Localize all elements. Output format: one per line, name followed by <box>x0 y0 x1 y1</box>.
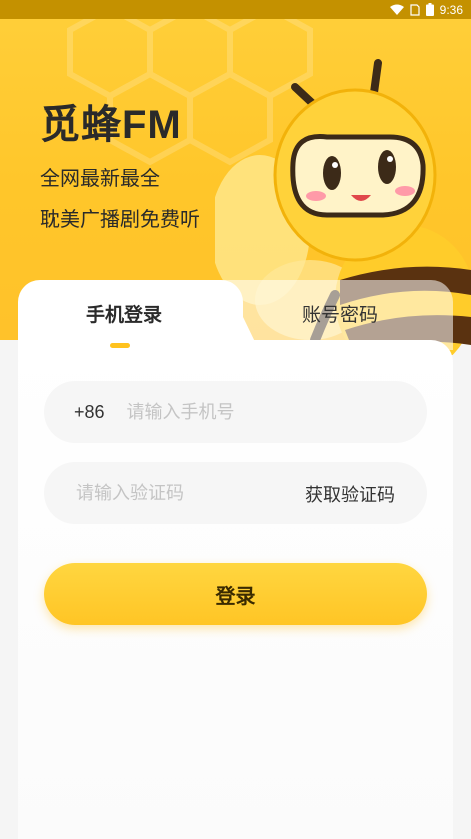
verification-code-field: 获取验证码 <box>44 462 427 524</box>
tab-account-password[interactable]: 账号密码 <box>302 300 378 327</box>
login-button[interactable]: 登录 <box>44 563 427 625</box>
country-code-prefix[interactable]: +86 <box>74 402 105 423</box>
slogan-line-1: 全网最新最全 <box>40 166 160 190</box>
active-tab-indicator <box>110 343 130 348</box>
verification-code-input[interactable] <box>76 482 276 504</box>
phone-input[interactable] <box>126 401 377 423</box>
phone-field: +86 <box>44 381 427 443</box>
tab-active-slant <box>210 280 256 344</box>
wifi-icon <box>389 4 404 15</box>
get-code-button[interactable]: 获取验证码 <box>305 481 395 507</box>
app-brand-title: 觅蜂FM <box>40 103 182 147</box>
slogan-line-2: 耽美广播剧免费听 <box>40 207 200 231</box>
sim-icon <box>410 3 420 16</box>
tab-phone-login[interactable]: 手机登录 <box>86 300 162 327</box>
battery-icon <box>425 3 434 16</box>
status-time: 9:36 <box>439 2 463 17</box>
status-bar: 9:36 <box>0 0 471 19</box>
